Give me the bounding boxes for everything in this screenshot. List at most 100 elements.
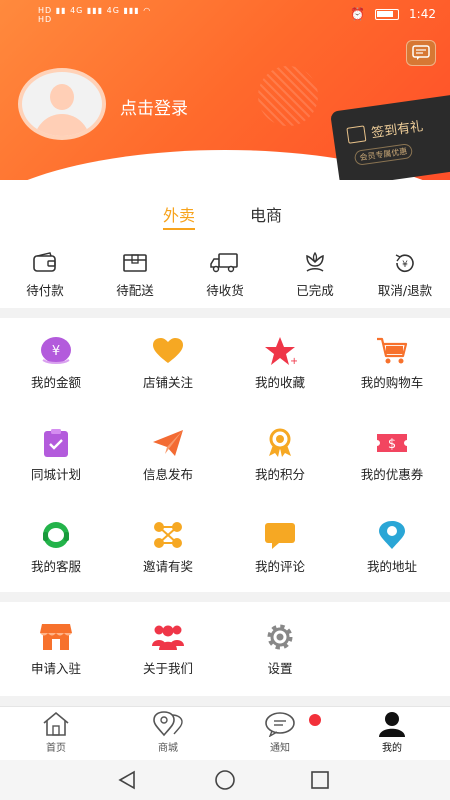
svg-text:¥: ¥ (402, 260, 408, 270)
status-time: 1:42 (409, 7, 436, 21)
menu-label: 邀请有奖 (142, 559, 193, 574)
medal-icon (269, 428, 291, 457)
nav-mine[interactable]: 我的 (336, 711, 448, 754)
home-button[interactable] (215, 770, 235, 790)
avatar[interactable] (18, 68, 106, 140)
menu-invite-reward[interactable]: 邀请有奖 (112, 520, 224, 575)
clipboard-icon (44, 429, 68, 457)
system-nav-bar (0, 760, 450, 800)
bottom-nav: 首页 商城 通知 我的 (0, 706, 450, 760)
alarm-icon: ⏰ (350, 7, 366, 21)
order-status-bar: 待付款 待配送 待收货 已完成 ¥ 取消/退款 (0, 240, 450, 308)
star-icon: + (265, 337, 297, 366)
avatar-body (34, 114, 90, 136)
order-label: 待配送 (116, 283, 154, 298)
comment-icon (265, 523, 295, 549)
signin-subtitle: 会员专属优惠 (353, 143, 414, 166)
order-pending-delivery[interactable]: 待配送 (90, 252, 180, 299)
tab-waimai[interactable]: 外卖 (163, 202, 196, 230)
menu-my-comments[interactable]: 我的评论 (224, 520, 336, 575)
status-bar: HD ▮▮ 4G ▮▮▮ 4G ▮▮▮ ◠ HD ⏰ 1:42 (0, 0, 450, 30)
menu-my-balance[interactable]: ¥ 我的金额 (0, 336, 112, 391)
menu-my-address[interactable]: 我的地址 (336, 520, 448, 575)
menu-shop-follow[interactable]: 店铺关注 (112, 336, 224, 391)
back-icon (118, 770, 135, 790)
menu-label: 我的金额 (30, 375, 81, 390)
order-label: 已完成 (296, 283, 334, 298)
nav-home[interactable]: 首页 (0, 711, 112, 754)
order-label: 待付款 (26, 283, 64, 298)
home-icon (43, 711, 69, 736)
menu-my-favorites[interactable]: + 我的收藏 (224, 336, 336, 391)
menu-label: 设置 (267, 661, 293, 676)
headset-icon (43, 522, 69, 548)
map-pin-icon (153, 711, 183, 737)
login-link[interactable]: 点击登录 (120, 94, 188, 119)
box-icon (123, 254, 147, 272)
menu-grid: ¥ 我的金额 店铺关注 + 我的收藏 我的购物车 同城计划 信息发布 我的积分 … (0, 318, 450, 592)
nav-label: 通知 (270, 743, 290, 754)
group-icon (152, 625, 184, 650)
menu-apply-join[interactable]: 申请入驻 (0, 622, 112, 677)
menu-about-us[interactable]: 关于我们 (112, 622, 224, 677)
category-tabs: 外卖 电商 (0, 180, 450, 240)
menu-label: 同城计划 (30, 467, 81, 482)
home-circle-icon (215, 770, 235, 790)
heart-icon (153, 338, 183, 363)
menu-my-coupons[interactable]: $ 我的优惠券 (336, 428, 448, 483)
menu-label: 我的评论 (254, 559, 305, 574)
notification-badge (309, 714, 321, 726)
recents-button[interactable] (311, 771, 329, 789)
tab-dianshang[interactable]: 电商 (250, 202, 282, 226)
order-cancel-refund[interactable]: ¥ 取消/退款 (360, 252, 450, 299)
order-label: 取消/退款 (377, 283, 433, 298)
money-icon: ¥ (41, 337, 71, 364)
gift-icon (346, 125, 367, 144)
location-icon (379, 521, 405, 549)
order-label: 待收货 (206, 283, 244, 298)
network-icon (154, 522, 182, 548)
order-completed[interactable]: 已完成 (270, 252, 360, 299)
store-icon (40, 624, 72, 650)
svg-text:¥: ¥ (52, 344, 60, 359)
settings-grid: 申请入驻 关于我们 设置 (0, 602, 450, 696)
signin-title: 签到有礼 (370, 119, 425, 142)
refund-icon: ¥ (395, 254, 414, 273)
menu-my-points[interactable]: 我的积分 (224, 428, 336, 483)
nav-label: 我的 (382, 743, 402, 754)
svg-text:+: + (290, 356, 297, 366)
menu-shopping-cart[interactable]: 我的购物车 (336, 336, 448, 391)
menu-label: 我的地址 (366, 559, 417, 574)
avatar-head (50, 84, 74, 110)
menu-label: 我的优惠券 (360, 467, 424, 482)
truck-icon (210, 253, 238, 273)
menu-customer-service[interactable]: 我的客服 (0, 520, 112, 575)
flower-icon (306, 252, 324, 272)
cart-icon (377, 337, 408, 364)
menu-label: 申请入驻 (30, 661, 81, 676)
decorative-circle (258, 66, 318, 126)
message-icon (412, 45, 430, 60)
menu-label: 信息发布 (142, 467, 193, 482)
message-button[interactable] (406, 40, 436, 66)
recents-icon (311, 771, 329, 789)
back-button[interactable] (118, 770, 135, 790)
menu-label: 我的收藏 (254, 375, 305, 390)
nav-mall[interactable]: 商城 (112, 711, 224, 754)
svg-text:$: $ (388, 437, 396, 452)
menu-label: 我的积分 (254, 467, 305, 482)
battery-icon (375, 8, 400, 20)
nav-label: 商城 (158, 743, 178, 754)
signal-indicators: HD ▮▮ 4G ▮▮▮ 4G ▮▮▮ ◠ HD (38, 6, 152, 24)
menu-city-plan[interactable]: 同城计划 (0, 428, 112, 483)
gear-icon (267, 624, 293, 650)
order-pending-receipt[interactable]: 待收货 (180, 252, 270, 299)
user-icon (379, 712, 405, 737)
menu-settings[interactable]: 设置 (224, 622, 336, 677)
coupon-icon: $ (377, 434, 407, 452)
nav-label: 首页 (46, 743, 66, 754)
menu-publish-info[interactable]: 信息发布 (112, 428, 224, 483)
wallet-icon (33, 252, 56, 272)
order-pending-payment[interactable]: 待付款 (0, 252, 90, 299)
menu-label: 我的购物车 (360, 375, 424, 390)
